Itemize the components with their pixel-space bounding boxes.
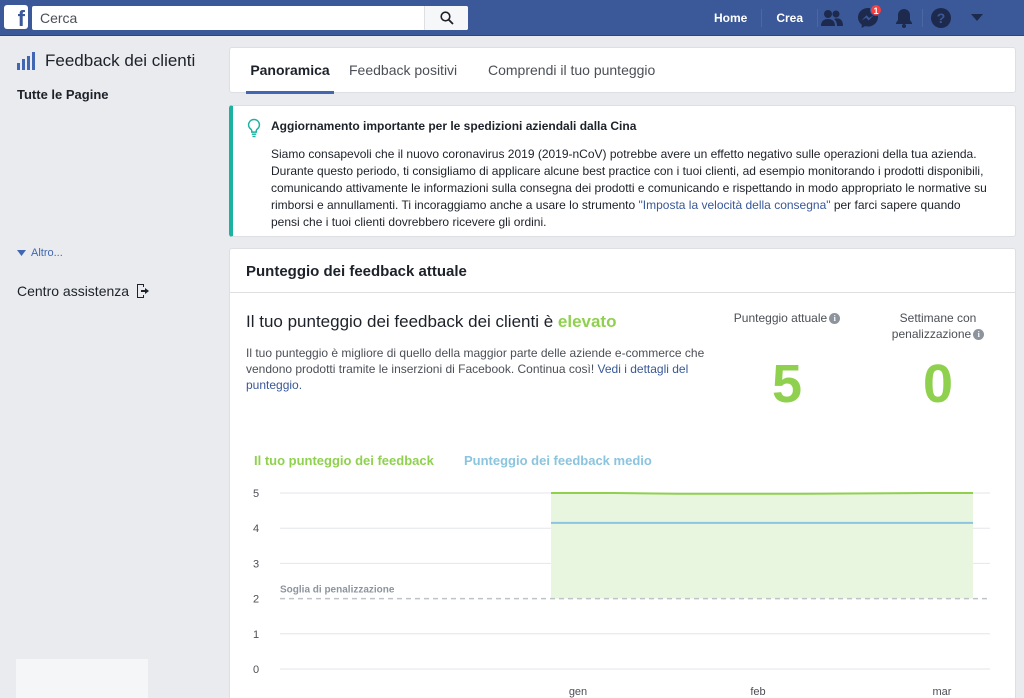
- shipping-notice-banner: Aggiornamento importante per le spedizio…: [229, 105, 1016, 237]
- dropdown-caret-icon: [971, 14, 983, 21]
- sidebar-title: Feedback dei clienti: [17, 51, 195, 71]
- legend-average-score[interactable]: Punteggio dei feedback medio: [464, 453, 652, 468]
- bar-chart-icon: [17, 52, 35, 70]
- score-card-title: Punteggio dei feedback attuale: [246, 263, 467, 280]
- messenger-badge: 1: [870, 4, 882, 16]
- y-tick-label: 3: [253, 558, 259, 570]
- svg-text:?: ?: [937, 10, 946, 26]
- x-tick-label: gen: [569, 686, 587, 698]
- search-box: [32, 6, 468, 30]
- x-tick-label: feb: [750, 686, 765, 698]
- y-tick-label: 1: [253, 629, 259, 641]
- legend-your-score[interactable]: Il tuo punteggio dei feedback: [254, 453, 434, 468]
- feedback-score-chart: 5 4 3 2 1 0 Soglia di penalizzazione gen feb mar: [253, 488, 990, 698]
- penalty-weeks-value: 0: [922, 354, 954, 414]
- info-icon[interactable]: i: [829, 313, 841, 324]
- messenger-button[interactable]: 1: [850, 0, 886, 36]
- help-icon: ?: [931, 8, 951, 28]
- x-tick-label: mar: [933, 686, 952, 698]
- friends-icon: [821, 10, 843, 26]
- score-level-highlight: elevato: [557, 312, 617, 331]
- caret-down-icon: [17, 250, 26, 256]
- score-summary-prefix: Il tuo punteggio dei feedback dei client…: [246, 312, 558, 331]
- y-tick-label: 2: [253, 594, 259, 606]
- tab-understand-score[interactable]: Comprendi il tuo punteggio: [488, 48, 655, 94]
- sidebar-more-link[interactable]: Altro...: [17, 247, 63, 259]
- nav-links: Home Crea: [700, 0, 819, 36]
- notice-body: Siamo consapevoli che il nuovo coronavir…: [271, 146, 991, 231]
- sidebar-help-label: Centro assistenza: [17, 283, 130, 299]
- your-score-line: [551, 492, 973, 495]
- delivery-speed-link[interactable]: "Imposta la velocità della consegna": [639, 198, 831, 212]
- score-description: Il tuo punteggio è migliore di quello de…: [246, 345, 716, 393]
- y-tick-label: 4: [253, 523, 259, 535]
- sidebar-title-text: Feedback dei clienti: [45, 51, 196, 70]
- penalty-weeks-label-text: Settimane con penalizzazione: [891, 311, 977, 341]
- score-card-header: Punteggio dei feedback attuale: [230, 249, 1015, 293]
- tab-overview[interactable]: Panoramica: [246, 48, 334, 94]
- current-score-value: 5: [771, 354, 803, 414]
- search-button[interactable]: [424, 6, 468, 30]
- notifications-button[interactable]: [886, 0, 922, 36]
- lightbulb-icon: [247, 118, 261, 138]
- y-tick-label: 0: [253, 664, 259, 676]
- sidebar-help-center-link[interactable]: Centro assistenza: [17, 283, 151, 299]
- current-score-label: Punteggio attuale i: [724, 310, 850, 326]
- score-area-fill: [551, 493, 973, 599]
- account-menu-button[interactable]: [959, 0, 995, 36]
- search-icon: [439, 11, 454, 25]
- current-score-label-text: Punteggio attuale: [733, 311, 828, 325]
- notifications-icon: [896, 9, 912, 28]
- facebook-logo[interactable]: f: [4, 5, 28, 29]
- notice-title: Aggiornamento importante per le spedizio…: [271, 119, 637, 133]
- tab-positive-feedback[interactable]: Feedback positivi: [349, 48, 457, 94]
- nav-home-link[interactable]: Home: [700, 7, 761, 29]
- info-icon[interactable]: i: [973, 329, 985, 340]
- friends-button[interactable]: [814, 0, 850, 36]
- feedback-score-card: Punteggio dei feedback attuale Il tuo pu…: [229, 248, 1016, 698]
- nav-icons: 1 ?: [814, 0, 995, 36]
- tab-bar: Panoramica Feedback positivi Comprendi i…: [229, 47, 1016, 94]
- help-button[interactable]: ?: [923, 0, 959, 36]
- search-input[interactable]: [32, 7, 424, 29]
- left-sidebar: Feedback dei clienti Tutte le Pagine Alt…: [0, 37, 220, 698]
- top-navigation-bar: f Home Crea 1 ?: [0, 0, 1024, 36]
- y-tick-label: 5: [253, 488, 259, 500]
- nav-create-link[interactable]: Crea: [762, 7, 817, 29]
- sidebar-all-pages[interactable]: Tutte le Pagine: [17, 87, 109, 102]
- sidebar-more-label: Altro...: [31, 247, 63, 259]
- score-summary-title: Il tuo punteggio dei feedback dei client…: [246, 312, 616, 332]
- penalty-weeks-label: Settimane con penalizzazione i: [878, 310, 998, 342]
- penalty-threshold-label: Soglia di penalizzazione: [280, 585, 395, 596]
- external-link-icon: [137, 284, 150, 298]
- sidebar-footer-panel: [16, 659, 148, 698]
